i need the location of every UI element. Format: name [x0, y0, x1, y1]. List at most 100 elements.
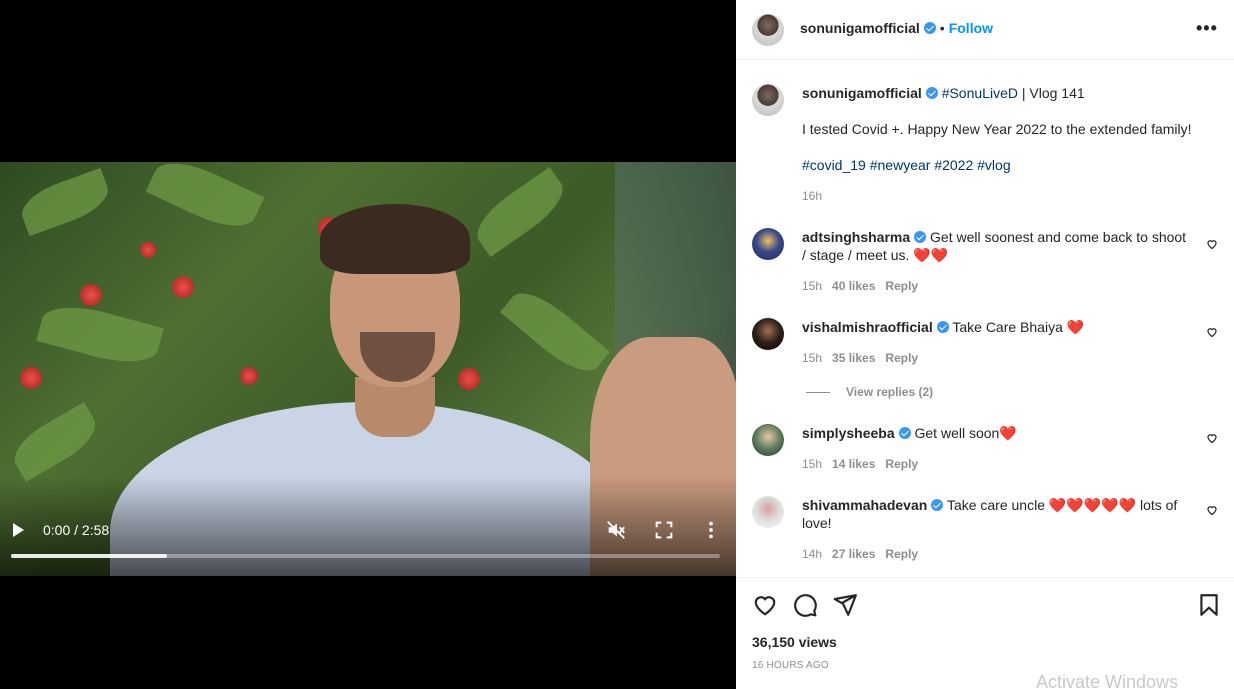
- comment-time[interactable]: 14h: [802, 547, 822, 561]
- leaf-decoration: [36, 297, 164, 372]
- flower-decoration: [80, 284, 102, 306]
- video-player[interactable]: 0:00 / 2:58: [0, 0, 736, 689]
- post-panel: sonunigamofficial • Follow ••• sonunigamof…: [736, 0, 1234, 689]
- verified-icon: [923, 22, 936, 34]
- comment: adtsinghsharma Get well soonest and come…: [736, 212, 1234, 302]
- avatar[interactable]: [752, 424, 784, 456]
- comment: simplysheeba Get well soon❤️ 15h 14 likes…: [736, 408, 1234, 480]
- video-progress-fill: [11, 554, 167, 558]
- reply-button[interactable]: Reply: [885, 279, 918, 293]
- avatar[interactable]: [752, 228, 784, 260]
- comment-likes[interactable]: 40 likes: [832, 279, 875, 293]
- header-username[interactable]: sonunigamofficial: [800, 20, 920, 36]
- video-progress-bar[interactable]: [11, 554, 720, 558]
- flower-decoration: [172, 276, 194, 298]
- comment: vishalmishraofficial Take Care Bhaiya ❤️…: [736, 302, 1234, 412]
- verified-icon: [898, 427, 911, 439]
- leaf-decoration: [145, 162, 265, 239]
- comment-meta: 15h 35 likes Reply: [802, 351, 928, 365]
- comment-time[interactable]: 15h: [802, 457, 822, 471]
- leaf-decoration: [500, 281, 610, 383]
- comment-body: Take Care Bhaiya: [952, 319, 1063, 335]
- reply-button[interactable]: Reply: [885, 457, 918, 471]
- comment-time[interactable]: 15h: [802, 351, 822, 365]
- caption-tags: #covid_19 #newyear #2022 #vlog: [802, 156, 1011, 174]
- flower-decoration: [458, 368, 480, 390]
- flower-decoration: [140, 242, 156, 258]
- verified-icon: [931, 499, 944, 511]
- leaf-decoration: [15, 167, 115, 237]
- share-icon[interactable]: [832, 592, 858, 618]
- more-vertical-icon[interactable]: [700, 519, 722, 541]
- comment-username[interactable]: adtsinghsharma: [802, 229, 910, 245]
- comment-icon[interactable]: [792, 592, 818, 618]
- avatar[interactable]: [752, 318, 784, 350]
- video-time: 0:00 / 2:58: [43, 522, 110, 538]
- comment-text: simplysheeba Get well soon❤️: [802, 424, 1192, 442]
- person-hair: [320, 204, 470, 274]
- caption: sonunigamofficial #SonuLiveD | Vlog 141 …: [736, 60, 1234, 210]
- comment-meta: 14h 27 likes Reply: [802, 547, 928, 561]
- leaf-decoration: [6, 402, 104, 482]
- heart-emoji: ❤️❤️: [913, 247, 949, 263]
- hashtag-link[interactable]: #2022: [934, 157, 973, 173]
- comment-meta: 15h 14 likes Reply: [802, 457, 928, 471]
- fullscreen-icon[interactable]: [653, 519, 675, 541]
- like-comment-icon[interactable]: [1206, 326, 1218, 338]
- comment-username[interactable]: shivammahadevan: [802, 497, 927, 513]
- post-header: sonunigamofficial • Follow •••: [736, 0, 1234, 60]
- view-count[interactable]: 36,150 views: [752, 634, 837, 650]
- hashtag-link[interactable]: #SonuLiveD: [942, 85, 1018, 101]
- caption-title-rest: | Vlog 141: [1017, 85, 1085, 101]
- comment-username[interactable]: simplysheeba: [802, 425, 895, 441]
- caption-username[interactable]: sonunigamofficial: [802, 85, 922, 101]
- caption-title: sonunigamofficial #SonuLiveD | Vlog 141: [802, 84, 1085, 102]
- more-options-icon[interactable]: •••: [1196, 19, 1217, 37]
- hashtag-link[interactable]: #covid_19: [802, 157, 866, 173]
- follow-button[interactable]: Follow: [949, 20, 993, 36]
- avatar[interactable]: [752, 84, 784, 116]
- like-comment-icon[interactable]: [1206, 238, 1218, 250]
- comment-text: shivammahadevan Take care uncle ❤️❤️❤️❤️…: [802, 496, 1192, 532]
- save-bookmark-icon[interactable]: [1196, 592, 1222, 618]
- leaf-decoration: [467, 166, 573, 258]
- hashtag-link[interactable]: #newyear: [870, 157, 931, 173]
- comment: shivammahadevan Take care uncle ❤️❤️❤️❤️…: [736, 480, 1234, 576]
- heart-emoji: ❤️: [1066, 319, 1085, 335]
- flower-decoration: [20, 367, 42, 389]
- comment-body: Take care uncle: [946, 497, 1045, 513]
- comment-time[interactable]: 15h: [802, 279, 822, 293]
- like-comment-icon[interactable]: [1206, 504, 1218, 516]
- separator: •: [939, 20, 945, 36]
- avatar[interactable]: [752, 496, 784, 528]
- caption-time[interactable]: 16h: [802, 189, 822, 203]
- header-user: sonunigamofficial • Follow: [800, 20, 993, 38]
- like-comment-icon[interactable]: [1206, 432, 1218, 444]
- verified-icon: [925, 87, 938, 99]
- comment-meta: 15h 40 likes Reply: [802, 279, 928, 293]
- avatar[interactable]: [752, 14, 784, 46]
- comment-likes[interactable]: 35 likes: [832, 351, 875, 365]
- flower-decoration: [240, 367, 258, 385]
- like-icon[interactable]: [752, 592, 778, 618]
- activate-windows-watermark: Activate Windows: [1036, 672, 1179, 689]
- video-controls: 0:00 / 2:58: [0, 510, 736, 570]
- play-icon[interactable]: [10, 521, 28, 539]
- verified-icon: [936, 321, 949, 333]
- comment-likes[interactable]: 14 likes: [832, 457, 875, 471]
- comment-body: Get well soon: [914, 425, 1000, 441]
- caption-body: I tested Covid +. Happy New Year 2022 to…: [802, 121, 1192, 137]
- comment-text: adtsinghsharma Get well soonest and come…: [802, 228, 1192, 264]
- verified-icon: [914, 231, 927, 243]
- comment-username[interactable]: vishalmishraofficial: [802, 319, 933, 335]
- comment-text: vishalmishraofficial Take Care Bhaiya ❤️: [802, 318, 1192, 336]
- heart-emoji: ❤️: [999, 425, 1017, 441]
- volume-muted-icon[interactable]: [605, 519, 627, 541]
- comment-likes[interactable]: 27 likes: [832, 547, 875, 561]
- reply-button[interactable]: Reply: [885, 547, 918, 561]
- view-replies-button[interactable]: View replies (2): [806, 385, 933, 399]
- hashtag-link[interactable]: #vlog: [977, 157, 1010, 173]
- post-time[interactable]: 16 HOURS AGO: [752, 660, 829, 671]
- reply-button[interactable]: Reply: [885, 351, 918, 365]
- heart-emoji: ❤️❤️❤️❤️❤️: [1048, 497, 1137, 513]
